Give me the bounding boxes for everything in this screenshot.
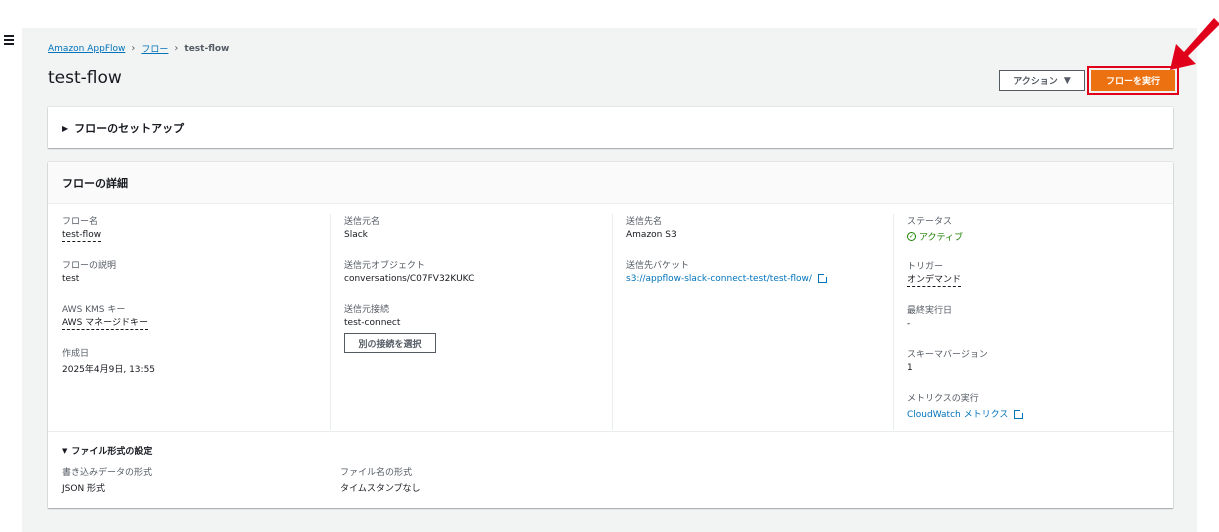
description-label: フローの説明	[62, 261, 117, 271]
filename-format-value: タイムスタンプなし	[340, 484, 421, 494]
schema-label: スキーマバージョン	[907, 350, 988, 360]
details-panel: フローの詳細 フロー名 test-flow フローの説明 test AWS KM…	[48, 162, 1173, 508]
caret-down-icon: ▼	[1063, 75, 1071, 86]
filename-format-label: ファイル名の形式	[340, 468, 413, 478]
trigger-value[interactable]: オンデマンド	[907, 275, 962, 287]
file-format-expander[interactable]: ▼ ファイル形式の設定	[62, 444, 153, 458]
page-title: test-flow	[48, 68, 122, 88]
actions-label: アクション	[1013, 77, 1058, 87]
source-conn-value: test-connect	[344, 318, 401, 328]
main-content: Amazon AppFlow › フロー › test-flow test-fl…	[22, 18, 1219, 532]
source-value: Slack	[344, 230, 368, 240]
last-run-value: -	[907, 319, 911, 329]
select-connection-label: 別の接続を選択	[358, 339, 422, 350]
status-value: アクティブ	[919, 233, 964, 243]
setup-title: フローのセットアップ	[74, 122, 185, 135]
bucket-label: 送信先バケット	[626, 261, 690, 271]
setup-panel: ▶ フローのセットアップ	[48, 107, 1173, 148]
details-header: フローの詳細	[48, 162, 1173, 204]
file-format-title: ファイル形式の設定	[71, 447, 153, 457]
flow-name-label: フロー名	[62, 217, 99, 227]
red-arrow-annotation	[1170, 18, 1219, 70]
kms-value[interactable]: AWS マネージドキー	[62, 318, 148, 330]
chevron-right-icon: ›	[174, 43, 179, 54]
dest-value: Amazon S3	[626, 230, 677, 240]
details-column-4: ステータス ✓ アクティブ トリガー オンデマンド 最終実行日 - スキーマバー…	[893, 214, 1163, 430]
check-circle-icon: ✓	[907, 232, 916, 241]
metrics-label: メトリクスの実行	[907, 394, 979, 404]
caret-right-icon: ▶	[62, 123, 69, 133]
source-conn-label: 送信元接続	[344, 305, 390, 315]
breadcrumb-flows-link[interactable]: フロー	[141, 42, 168, 55]
last-run-label: 最終実行日	[907, 306, 953, 316]
source-label: 送信元名	[344, 217, 381, 227]
details-column-1: フロー名 test-flow フローの説明 test AWS KMS キー AW…	[62, 214, 330, 430]
external-link-icon	[817, 273, 828, 283]
status-badge: ✓ アクティブ	[907, 230, 1163, 243]
external-link-icon	[1014, 409, 1025, 419]
breadcrumb-appflow-link[interactable]: Amazon AppFlow	[48, 44, 125, 54]
caret-down-icon: ▼	[62, 446, 68, 455]
chevron-right-icon: ›	[131, 43, 136, 54]
details-column-3: 送信先名 Amazon S3 送信先バケット s3://appflow-slac…	[612, 214, 893, 430]
hamburger-menu-icon[interactable]	[4, 35, 16, 47]
breadcrumb: Amazon AppFlow › フロー › test-flow	[48, 42, 229, 55]
bucket-link[interactable]: s3://appflow-slack-connect-test/test-flo…	[626, 274, 812, 284]
run-flow-label: フローを実行	[1105, 77, 1160, 87]
breadcrumb-current: test-flow	[184, 43, 230, 54]
actions-dropdown-button[interactable]: アクション ▼	[999, 70, 1085, 91]
created-label: 作成日	[62, 349, 90, 359]
created-value: 2025年4月9日, 13:55	[62, 365, 156, 375]
dest-label: 送信先名	[626, 217, 663, 227]
description-value: test	[62, 274, 80, 284]
setup-expander[interactable]: ▶ フローのセットアップ	[62, 120, 184, 136]
status-label: ステータス	[907, 217, 953, 227]
details-title: フローの詳細	[62, 177, 128, 190]
write-format-label: 書き込みデータの形式	[62, 468, 153, 478]
metrics-link[interactable]: CloudWatch メトリクス	[907, 410, 1008, 420]
source-object-value: conversations/C07FV32KUKC	[344, 274, 475, 284]
select-connection-button[interactable]: 別の接続を選択	[344, 333, 436, 353]
kms-label: AWS KMS キー	[62, 305, 126, 315]
write-format-value: JSON 形式	[62, 484, 106, 494]
details-column-2: 送信元名 Slack 送信元オブジェクト conversations/C07FV…	[330, 214, 612, 430]
schema-value: 1	[907, 363, 913, 373]
source-object-label: 送信元オブジェクト	[344, 261, 426, 271]
flow-name-value[interactable]: test-flow	[62, 230, 102, 242]
trigger-label: トリガー	[907, 262, 944, 272]
file-format-section: ▼ ファイル形式の設定 書き込みデータの形式 JSON 形式 ファイル名の形式 …	[48, 431, 1173, 508]
